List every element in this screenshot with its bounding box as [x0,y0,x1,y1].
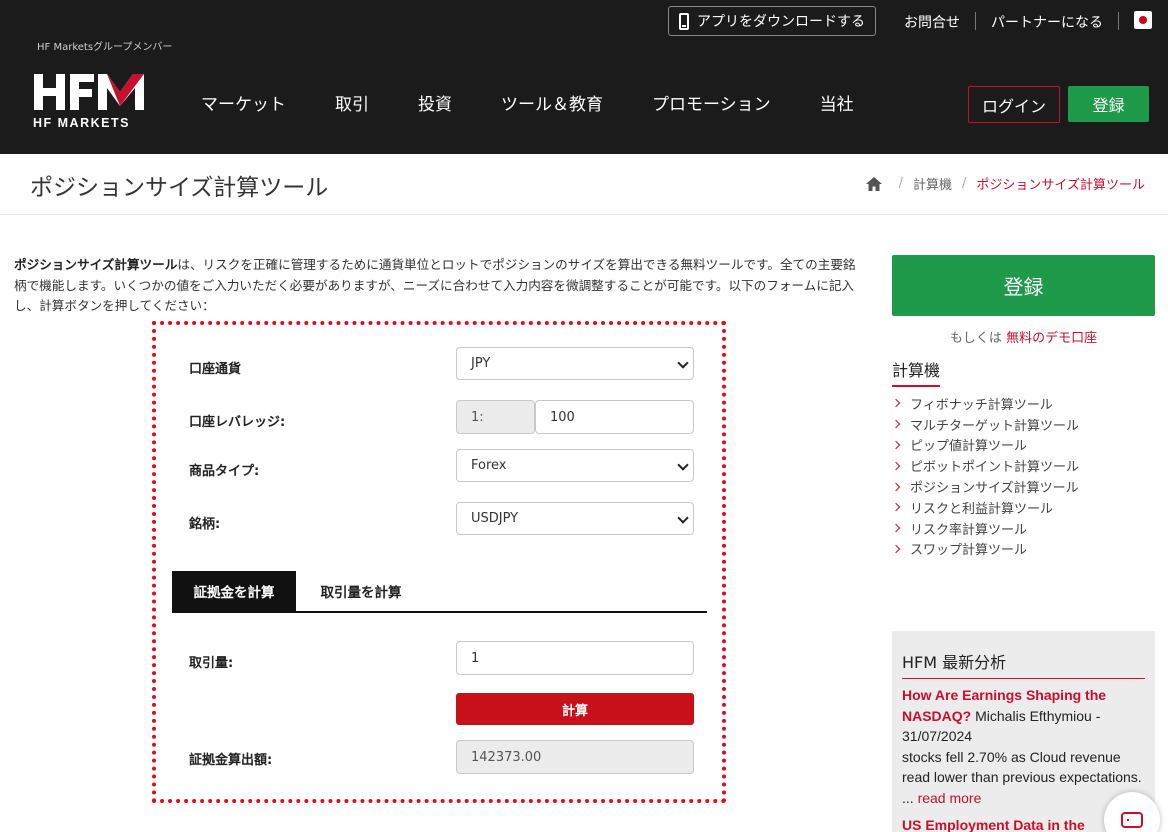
sidebar-item-risk-ratio[interactable]: リスク率計算ツール [891,518,1079,539]
product-type-label: 商品タイプ: [189,464,260,479]
sidebar-item-fibonacci[interactable]: フィボナッチ計算ツール [891,393,1079,414]
product-type-value: Forex [471,458,507,473]
top-divider [1118,12,1119,30]
calculators-heading: 計算機 [892,357,941,387]
nav-item-trading[interactable]: 取引 [335,90,369,115]
symbol-value: USDJPY [471,511,519,526]
breadcrumb-separator: / [961,176,967,191]
chevron-down-icon [677,512,689,524]
contact-link[interactable]: お問合せ [904,12,960,32]
account-currency-select[interactable]: JPY [456,347,694,380]
breadcrumb-separator: / [898,176,903,191]
list-item: マルチターゲット計算ツール [910,418,1080,434]
main-nav: マーケット 取引 投資 ツール＆教育 プロモーション 当社 [201,90,903,115]
tab-underline [172,611,707,613]
position-size-calculator: 口座通貨 JPY 口座レバレッジ: 1: 100 商品タイプ: Forex 銘柄… [152,321,726,803]
leverage-label: 口座レバレッジ: [189,415,286,430]
home-icon[interactable] [865,176,883,192]
sidebar-item-position-size[interactable]: ポジションサイズ計算ツール [891,476,1079,497]
list-item: リスク率計算ツール [910,522,1028,538]
group-member-text: HF Marketsグループメンバー [37,42,173,53]
chevron-right-icon [891,399,901,408]
chevron-down-icon [677,459,689,471]
sidebar-item-risk-reward[interactable]: リスクと利益計算ツール [891,497,1079,518]
app-download-label: アプリをダウンロードする [697,14,865,30]
chevron-right-icon [891,503,901,512]
volume-label: 取引量: [189,656,234,671]
nav-item-markets[interactable]: マーケット [201,90,286,115]
account-currency-value: JPY [471,356,491,371]
list-item: フィボナッチ計算ツール [910,397,1053,413]
smartphone-icon [679,12,689,30]
nav-item-promotions[interactable]: プロモーション [652,90,771,115]
latest-analysis-title: HFM 最新分析 [902,649,1145,679]
chevron-down-icon [677,357,689,369]
intro-text: ポジションサイズ計算ツールは、リスクを正確に管理するために通貨単位とロットでポジ… [14,255,862,317]
nav-item-invest[interactable]: 投資 [418,90,452,115]
app-download-button[interactable]: アプリをダウンロードする [668,6,876,36]
page-title-bar: ポジションサイズ計算ツール / 計算機 / ポジションサイズ計算ツール [0,154,1168,215]
hfm-logo[interactable]: HF MARKETS [32,70,148,130]
nav-item-tools[interactable]: ツール＆教育 [501,90,603,115]
partner-link[interactable]: パートナーになる [991,12,1103,32]
top-divider [975,12,976,30]
login-button[interactable]: ログイン [968,86,1060,123]
sidebar-item-multi-target[interactable]: マルチターゲット計算ツール [891,414,1080,435]
symbol-label: 銘柄: [189,517,221,532]
list-item: ピップ値計算ツール [910,439,1028,455]
breadcrumb-calculators[interactable]: 計算機 [913,174,952,193]
breadcrumb-current: ポジションサイズ計算ツール [976,178,1145,193]
symbol-select[interactable]: USDJPY [456,502,694,535]
japan-flag-icon[interactable] [1134,11,1152,29]
tab-calc-margin[interactable]: 証拠金を計算 [172,571,296,611]
logo-subtitle: HF MARKETS [33,116,130,130]
sidebar-item-pivot-point[interactable]: ピボットポイント計算ツール [891,455,1080,476]
calculate-button[interactable]: 計算 [456,693,694,725]
leverage-prefix: 1: [456,400,535,434]
list-item: ポジションサイズ計算ツール [910,481,1079,497]
chevron-right-icon [891,544,901,554]
tab-calc-volume[interactable]: 取引量を計算 [296,571,426,611]
sidebar-or-text: もしくは [949,331,1002,346]
chat-bubble-icon [1121,812,1143,828]
list-item: ピボットポイント計算ツール [910,460,1080,476]
news-item: How Are Earnings Shaping the NASDAQ? Mic… [902,685,1148,808]
account-currency-label: 口座通貨 [189,362,242,377]
breadcrumb: / 計算機 / ポジションサイズ計算ツール [865,174,1145,193]
sidebar-or-line: もしくは 無料のデモ口座 [892,327,1155,346]
sidebar-item-pip-value[interactable]: ピップ値計算ツール [891,435,1079,456]
margin-result-field: 142373.00 [456,740,694,774]
chevron-right-icon [891,461,901,471]
leverage-input[interactable]: 100 [535,400,694,434]
demo-account-link[interactable]: 無料のデモ口座 [1006,331,1097,346]
page-title: ポジションサイズ計算ツール [30,175,329,201]
sidebar-item-swap[interactable]: スワップ計算ツール [891,539,1079,560]
calculators-list: フィボナッチ計算ツール マルチターゲット計算ツール ピップ値計算ツール ピボット… [891,393,1080,560]
chevron-right-icon [891,523,901,533]
site-header: HF Marketsグループメンバー HF MARKETS アプリをダウンロード… [0,0,1168,154]
sidebar-register-button[interactable]: 登録 [892,255,1155,316]
chevron-right-icon [891,482,901,491]
read-more-link[interactable]: read more [918,790,982,806]
list-item: リスクと利益計算ツール [910,501,1054,517]
news-second-headline-link[interactable]: US Employment Data in the [902,817,1085,832]
volume-input[interactable]: 1 [456,641,694,675]
list-item: スワップ計算ツール [910,543,1028,559]
chevron-right-icon [891,419,901,429]
register-button[interactable]: 登録 [1068,86,1149,122]
result-label: 証拠金算出額: [189,753,273,768]
hfm-logo-icon [34,74,144,110]
intro-bold: ポジションサイズ計算ツール [14,257,178,272]
product-type-select[interactable]: Forex [456,449,694,482]
chevron-right-icon [891,440,901,450]
nav-item-company[interactable]: 当社 [820,90,854,115]
